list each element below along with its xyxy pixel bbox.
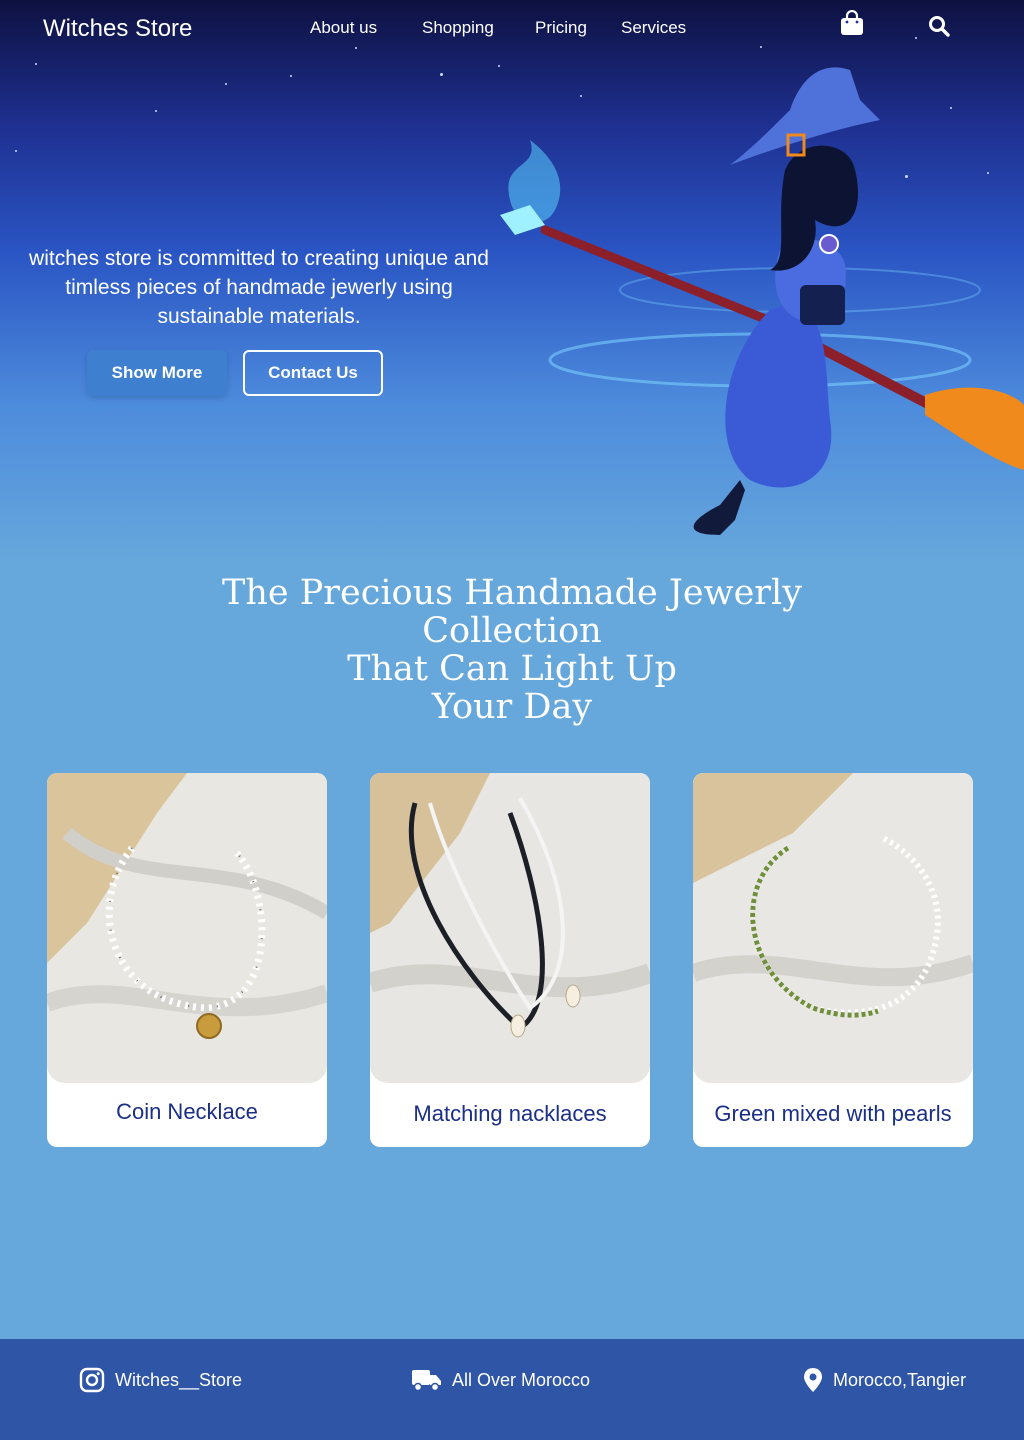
product-photo	[370, 773, 650, 1083]
product-card-matching-necklaces[interactable]: Matching nacklaces	[370, 773, 650, 1147]
product-card-coin-necklace[interactable]: Coin Necklace	[47, 773, 327, 1147]
star	[760, 46, 762, 48]
nav-services[interactable]: Services	[621, 18, 686, 38]
delivery-text: All Over Morocco	[452, 1369, 591, 1390]
hero-section: Witches Store About us Shopping Pricing …	[0, 0, 1024, 560]
instagram-link[interactable]: Witches__Store	[79, 1367, 242, 1393]
product-card-green-pearls[interactable]: Green mixed with pearls	[693, 773, 973, 1147]
map-pin-icon	[804, 1368, 822, 1392]
contact-us-button[interactable]: Contact Us	[243, 350, 383, 396]
product-photo	[47, 773, 327, 1083]
hero-tagline: witches store is committed to creating u…	[29, 247, 489, 328]
product-name: Green mixed with pearls	[714, 1101, 952, 1126]
instagram-handle: Witches__Store	[115, 1369, 243, 1390]
headline-line-2: Collection	[422, 611, 602, 651]
truck-icon	[412, 1370, 441, 1392]
instagram-icon	[79, 1367, 105, 1393]
location-text: Morocco,Tangier	[833, 1369, 967, 1390]
star	[155, 110, 157, 112]
location-info: Morocco,Tangier	[803, 1367, 966, 1393]
delivery-info: All Over Morocco	[412, 1367, 590, 1393]
footer: Witches__Store All Over Morocco Morocco,…	[0, 1339, 1024, 1440]
product-name: Matching nacklaces	[413, 1101, 607, 1126]
star	[440, 73, 443, 76]
headline-line-1: The Precious Handmade Jewerly	[222, 573, 802, 613]
brand-logo[interactable]: Witches Store	[43, 15, 192, 43]
nav-shopping[interactable]: Shopping	[422, 18, 494, 38]
shopping-bag-icon[interactable]	[840, 9, 864, 41]
star	[290, 75, 292, 77]
headline-line-4: Your Day	[431, 687, 593, 727]
star	[35, 63, 37, 65]
witch-illustration	[500, 67, 1024, 535]
collection-headline: The Precious Handmade Jewerly Collection…	[150, 574, 874, 726]
star	[355, 47, 357, 49]
star	[15, 150, 17, 152]
product-name: Coin Necklace	[116, 1099, 258, 1124]
show-more-button[interactable]: Show More	[87, 350, 227, 396]
star	[915, 37, 917, 39]
nav-pricing[interactable]: Pricing	[535, 18, 587, 38]
product-photo	[693, 773, 973, 1083]
headline-line-3: That Can Light Up	[347, 649, 677, 689]
search-icon[interactable]	[928, 15, 950, 42]
nav-about-us[interactable]: About us	[310, 18, 377, 38]
star	[225, 83, 227, 85]
